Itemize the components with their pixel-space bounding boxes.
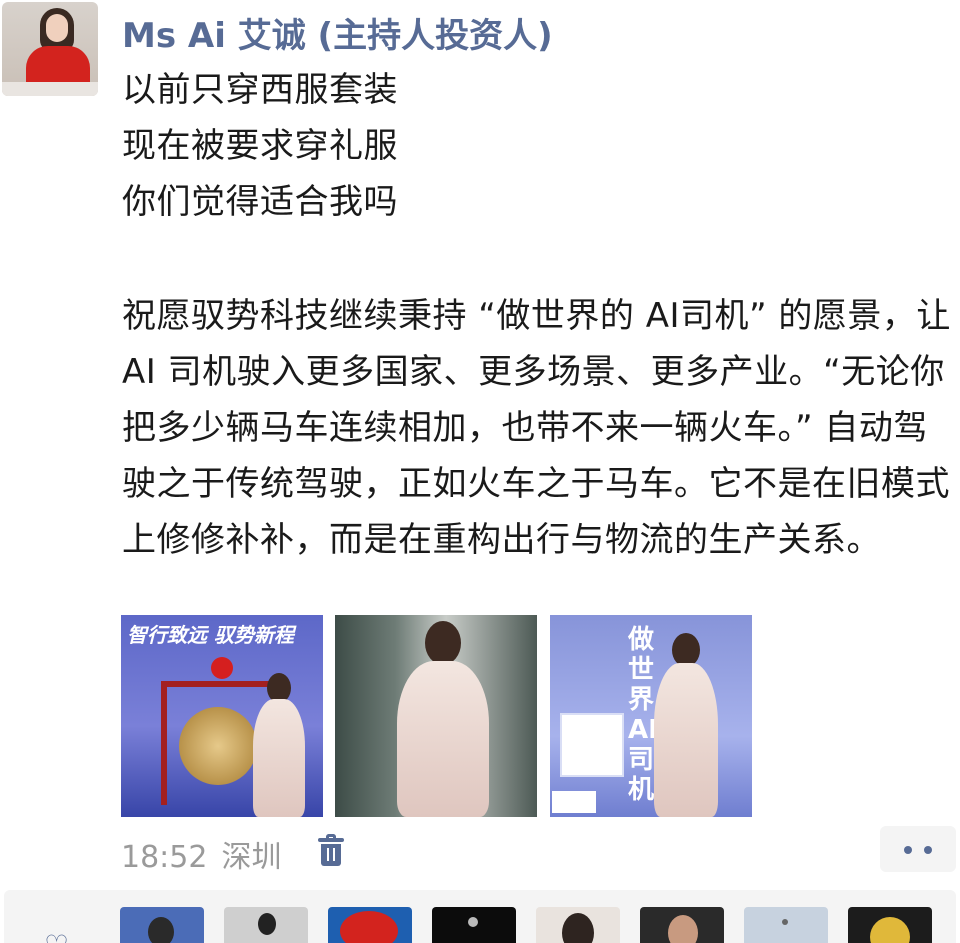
post-meta: 18:52 深圳 [121, 832, 281, 876]
liker-avatar-8[interactable] [848, 907, 932, 943]
post-time: 18:52 [121, 840, 208, 875]
photo-sign-text: 做世界AI司机 [628, 625, 658, 805]
more-dots-icon [904, 846, 912, 854]
liker-avatar-3[interactable] [328, 907, 412, 943]
liker-avatar-2[interactable] [224, 907, 308, 943]
heart-icon: ♡ [44, 932, 69, 943]
liker-avatar-6[interactable] [640, 907, 724, 943]
post-text: 以前只穿西服套装 现在被要求穿礼服 你们觉得适合我吗 祝愿驭势科技继续秉持 “做… [122, 62, 958, 568]
photo-banner-text: 智行致远 驭势新程 [127, 623, 294, 647]
post-location[interactable]: 深圳 [221, 840, 281, 875]
author-avatar[interactable] [2, 2, 98, 96]
liker-avatar-1[interactable] [120, 907, 204, 943]
photo-thumbnail-2[interactable] [335, 615, 537, 817]
more-options-button[interactable] [880, 826, 956, 872]
author-name[interactable]: Ms Ai 艾诚 (主持人投资人) [122, 8, 553, 57]
liker-avatar-7[interactable] [744, 907, 828, 943]
post-line-2: 现在被要求穿礼服 [122, 126, 398, 166]
liker-avatar-5[interactable] [536, 907, 620, 943]
likes-panel: ♡ [4, 890, 956, 943]
post-line-1: 以前只穿西服套装 [122, 70, 398, 110]
photo-thumbnail-3[interactable]: 做世界AI司机 [550, 615, 752, 817]
post-line-3: 你们觉得适合我吗 [122, 182, 398, 222]
trash-icon[interactable] [318, 834, 344, 866]
post-paragraph: 祝愿驭势科技继续秉持 “做世界的 AI司机” 的愿景，让 AI 司机驶入更多国家… [122, 296, 951, 560]
liker-avatar-4[interactable] [432, 907, 516, 943]
photo-thumbnail-1[interactable]: 智行致远 驭势新程 [121, 615, 323, 817]
